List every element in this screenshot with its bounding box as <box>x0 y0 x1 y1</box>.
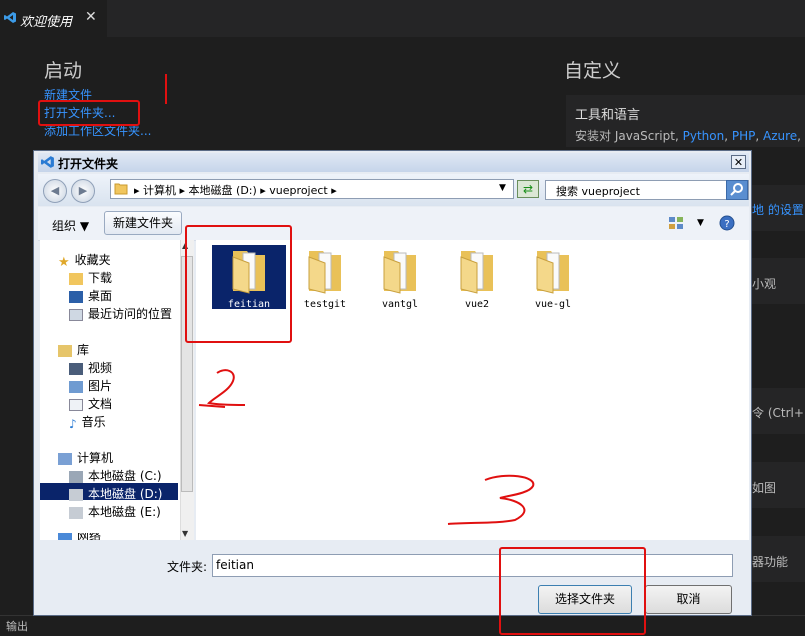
library-group[interactable]: 库 <box>58 341 89 358</box>
refresh-button[interactable]: ⇄ <box>517 180 539 198</box>
commands-fragment: 令 (Ctrl+ <box>752 406 804 420</box>
forward-button[interactable]: ▶ <box>71 179 95 203</box>
folder-label: vantgl <box>381 299 419 310</box>
php-link[interactable]: PHP <box>732 129 756 143</box>
tab-title: 欢迎使用 <box>20 15 73 30</box>
computer-group[interactable]: 计算机 <box>58 449 113 466</box>
dialog-close-button[interactable]: ✕ <box>731 155 746 169</box>
desktop-icon <box>69 290 83 303</box>
folder-label: testgit <box>303 299 347 310</box>
output-tab[interactable]: 输出 <box>6 618 28 634</box>
music-icon: ♪ <box>69 416 77 431</box>
view-dropdown-icon[interactable]: ▼ <box>697 218 704 228</box>
folder-icon <box>383 251 416 294</box>
view-options-icon[interactable] <box>668 216 684 230</box>
annotation-mark-2 <box>198 369 246 408</box>
new-folder-button[interactable]: 新建文件夹 <box>104 211 182 235</box>
documents-icon <box>69 398 83 411</box>
breadcrumb: ▸ 计算机 ▸ 本地磁盘 (D:) ▸ vueproject ▸ <box>134 184 337 197</box>
status-bar <box>0 615 805 636</box>
annotation-mark-3 <box>447 474 535 525</box>
folder-icon <box>536 251 569 294</box>
library-icon <box>58 344 72 357</box>
folder-item-vantgl[interactable]: vantgl <box>362 245 438 310</box>
recent-places-icon <box>69 308 83 321</box>
tools-languages-desc: 安装对 JavaScript, Python, PHP, Azure, D <box>575 129 805 143</box>
vscode-logo-icon <box>4 12 16 23</box>
annotation-box-open-folder <box>38 100 140 126</box>
vscode-logo-icon <box>41 156 54 168</box>
tab-close-icon[interactable]: ✕ <box>85 9 97 25</box>
views-fragment: 如图 <box>752 481 777 495</box>
pictures-icon <box>69 380 83 393</box>
network-icon <box>58 533 72 540</box>
nav-item-music[interactable]: ♪ 音乐 <box>69 413 106 431</box>
folder-icon <box>460 251 493 294</box>
dialog-title: 打开文件夹 <box>58 157 119 171</box>
folder-icon <box>114 183 128 195</box>
search-placeholder: 搜索 vueproject <box>556 185 640 198</box>
annotation-box-feitian <box>185 225 292 343</box>
svg-text:?: ? <box>724 219 729 230</box>
nav-item-pictures[interactable]: 图片 <box>69 377 112 394</box>
address-dropdown-icon[interactable]: ▼ <box>499 183 506 193</box>
annotation-box-select-folder <box>499 547 646 635</box>
back-button[interactable]: ◀ <box>43 179 67 203</box>
favorites-group[interactable]: ★ 收藏夹 <box>58 251 111 270</box>
nav-item-recent[interactable]: 最近访问的位置 <box>69 305 172 322</box>
editor-tab-bar <box>0 0 805 37</box>
nav-item-drive-c[interactable]: 本地磁盘 (C:) <box>69 467 162 484</box>
folder-label: vue2 <box>464 299 490 310</box>
nav-item-downloads[interactable]: 下载 <box>69 269 112 286</box>
nav-item-videos[interactable]: 视频 <box>69 359 112 376</box>
folder-field-label: 文件夹: <box>167 560 208 574</box>
annotation-mark-1 <box>165 74 167 104</box>
nav-item-network[interactable]: 网络 <box>58 533 178 540</box>
nav-item-drive-d[interactable]: 本地磁盘 (D:) <box>69 485 162 502</box>
star-icon: ★ <box>58 254 70 270</box>
nav-item-documents[interactable]: 文档 <box>69 395 112 412</box>
search-icon[interactable] <box>726 180 748 200</box>
start-heading: 启动 <box>44 60 83 82</box>
python-link[interactable]: Python <box>683 129 725 143</box>
folder-item-vue2[interactable]: vue2 <box>439 245 515 310</box>
video-icon <box>69 362 83 375</box>
folder-label: vue-gl <box>534 299 572 310</box>
folder-name-input[interactable] <box>212 554 733 577</box>
settings-fragment: 地 的设置 <box>752 203 804 217</box>
scroll-down-icon[interactable]: ▼ <box>182 529 188 538</box>
folder-icon <box>308 251 341 294</box>
organize-menu[interactable]: 组织 ▼ <box>52 217 89 234</box>
tools-languages-title: 工具和语言 <box>575 108 641 123</box>
folder-item-vue-gl[interactable]: vue-gl <box>515 245 591 310</box>
features-fragment: 器功能 <box>752 555 789 569</box>
downloads-icon <box>69 272 83 285</box>
appearance-fragment: 小观 <box>752 277 777 291</box>
drive-icon <box>69 506 83 519</box>
help-icon[interactable]: ? <box>719 215 735 231</box>
folder-item-testgit[interactable]: testgit <box>287 245 363 310</box>
dialog-title-bar[interactable] <box>38 153 749 172</box>
nav-item-desktop[interactable]: 桌面 <box>69 287 112 304</box>
folder-name-value: feitian <box>216 558 254 572</box>
computer-icon <box>58 452 72 465</box>
drive-icon <box>69 488 83 501</box>
drive-icon <box>69 470 83 483</box>
nav-item-drive-e[interactable]: 本地磁盘 (E:) <box>69 503 161 520</box>
customize-heading: 自定义 <box>564 60 622 82</box>
azure-link[interactable]: Azure <box>763 129 797 143</box>
cancel-button[interactable]: 取消 <box>645 585 732 614</box>
